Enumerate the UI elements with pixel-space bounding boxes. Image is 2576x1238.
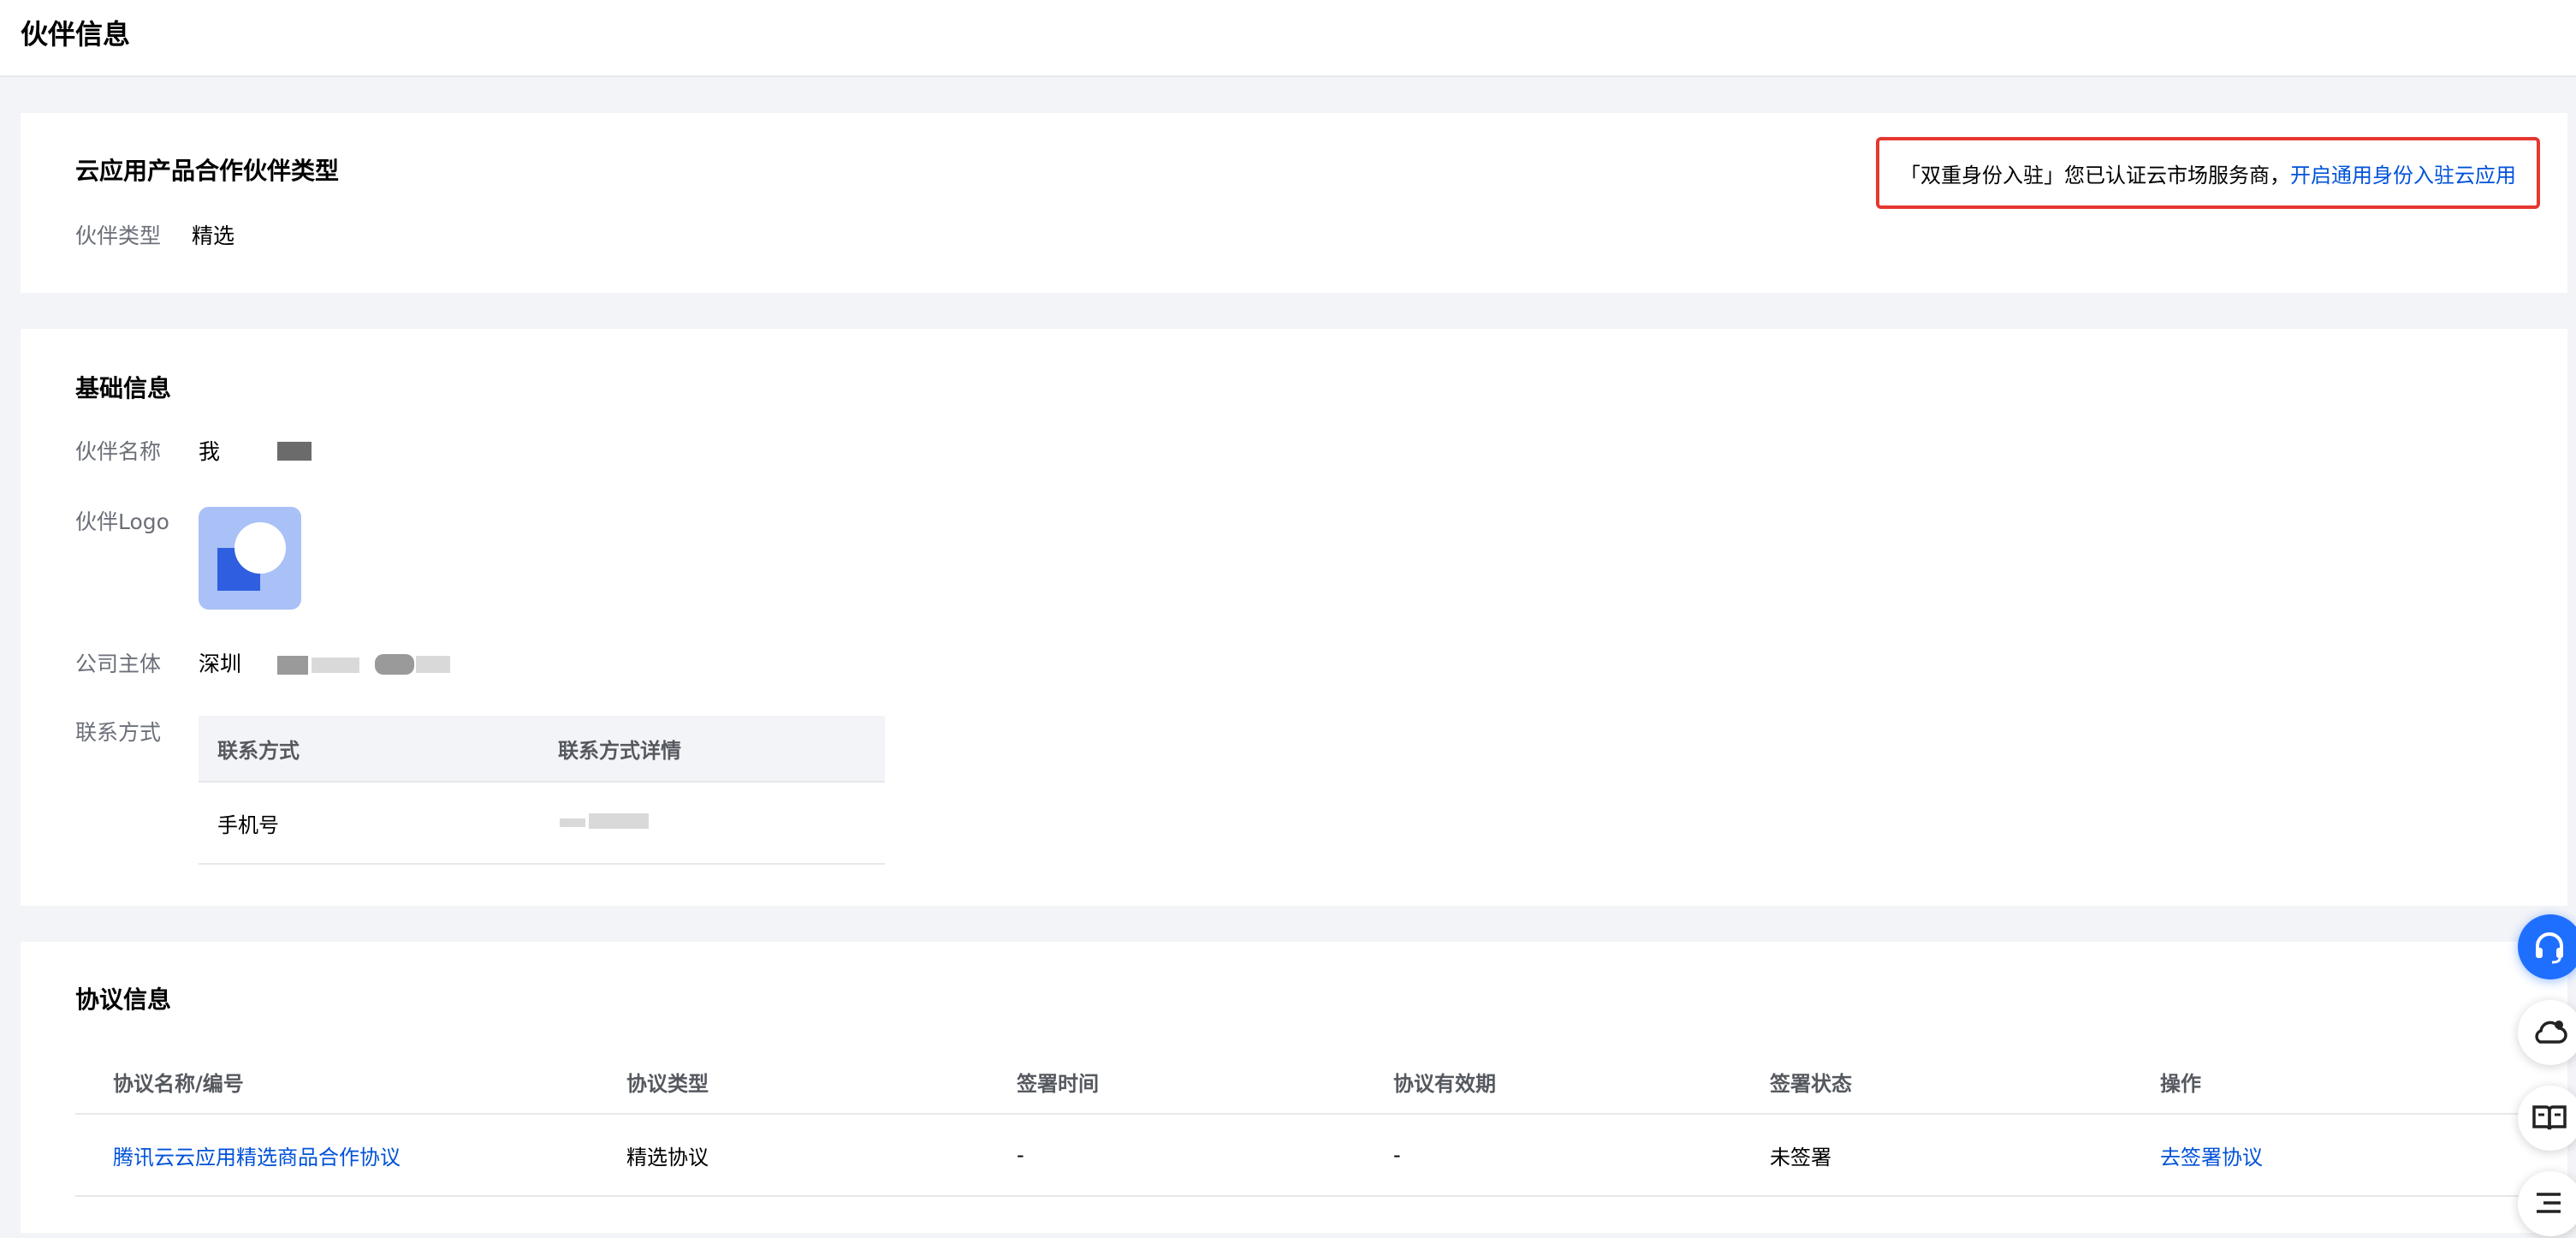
company-value: 深圳 — [199, 652, 242, 676]
sign-time-cell: - — [1017, 1143, 1024, 1167]
page-header: 伙伴信息 — [0, 0, 2576, 77]
section-title-agreement-info: 协议信息 — [75, 985, 172, 1014]
cloud-assistant-button[interactable] — [2518, 1000, 2576, 1065]
enable-general-identity-link[interactable]: 开启通用身份入驻云应用 — [2290, 158, 2516, 188]
column-header: 协议名称/编号 — [113, 1071, 244, 1096]
redacted-block — [277, 656, 308, 675]
column-header: 联系方式详情 — [558, 738, 681, 763]
list-icon — [2537, 1193, 2561, 1213]
column-header: 签署状态 — [1770, 1071, 1852, 1096]
book-icon — [2532, 1105, 2567, 1130]
section-title-partner-type: 云应用产品合作伙伴类型 — [75, 157, 340, 185]
contact-label: 联系方式 — [75, 720, 162, 745]
partner-type-label: 伙伴类型 — [75, 223, 162, 248]
column-header: 协议有效期 — [1393, 1071, 1496, 1096]
contact-table: 联系方式 联系方式详情 手机号 — [199, 716, 885, 865]
redacted-block — [277, 442, 312, 461]
column-header: 操作 — [2160, 1071, 2201, 1096]
menu-list-button[interactable] — [2518, 1171, 2576, 1236]
partner-name-value: 我 — [199, 439, 221, 464]
logo-graphic — [217, 522, 286, 591]
agreement-type-cell: 精选协议 — [626, 1145, 709, 1170]
agreement-table: 协议名称/编号 协议类型 签署时间 协议有效期 签署状态 操作 腾讯云云应用精选… — [75, 1050, 2557, 1197]
company-label: 公司主体 — [75, 652, 162, 676]
basic-info-card: 基础信息 伙伴名称 我 伙伴Logo 公司主体 深圳 联系方式 联系方式 联系方… — [21, 329, 2567, 906]
partner-type-value: 精选 — [192, 223, 235, 248]
redacted-block — [375, 654, 414, 675]
partner-type-card: 云应用产品合作伙伴类型 伙伴类型 精选 「双重身份入驻」您已认证云市场服务商， … — [21, 113, 2567, 293]
column-header: 协议类型 — [626, 1071, 709, 1096]
sign-agreement-link[interactable]: 去签署协议 — [2160, 1115, 2263, 1195]
notice-text: 「双重身份入驻」您已认证云市场服务商， — [1900, 163, 2290, 187]
cloud-icon — [2535, 1021, 2567, 1044]
page-title: 伙伴信息 — [21, 18, 131, 51]
documentation-button[interactable] — [2518, 1086, 2576, 1151]
dual-identity-notice: 「双重身份入驻」您已认证云市场服务商， 开启通用身份入驻云应用 — [1876, 137, 2540, 209]
table-header: 协议名称/编号 协议类型 签署时间 协议有效期 签署状态 操作 — [75, 1050, 2557, 1115]
partner-logo-label: 伙伴Logo — [75, 509, 169, 534]
column-header: 签署时间 — [1017, 1071, 1099, 1096]
table-header: 联系方式 联系方式详情 — [199, 716, 885, 783]
customer-service-button[interactable] — [2518, 914, 2576, 979]
partner-name-label: 伙伴名称 — [75, 439, 162, 464]
redacted-block — [416, 656, 450, 673]
redacted-block — [560, 818, 585, 827]
redacted-block — [589, 813, 649, 829]
contact-type-cell: 手机号 — [217, 812, 279, 837]
table-row: 手机号 — [199, 783, 885, 865]
sign-status-cell: 未签署 — [1770, 1145, 1831, 1170]
agreement-name-link[interactable]: 腾讯云云应用精选商品合作协议 — [113, 1115, 401, 1195]
validity-cell: - — [1393, 1143, 1401, 1167]
partner-logo — [199, 507, 301, 610]
column-header: 联系方式 — [217, 738, 300, 763]
agreement-info-card: 协议信息 协议名称/编号 协议类型 签署时间 协议有效期 签署状态 操作 腾讯云… — [21, 942, 2567, 1233]
headset-icon — [2536, 932, 2563, 964]
redacted-block — [312, 658, 359, 673]
section-title-basic-info: 基础信息 — [75, 374, 172, 402]
table-row: 腾讯云云应用精选商品合作协议 精选协议 - - 未签署 去签署协议 — [75, 1115, 2557, 1197]
